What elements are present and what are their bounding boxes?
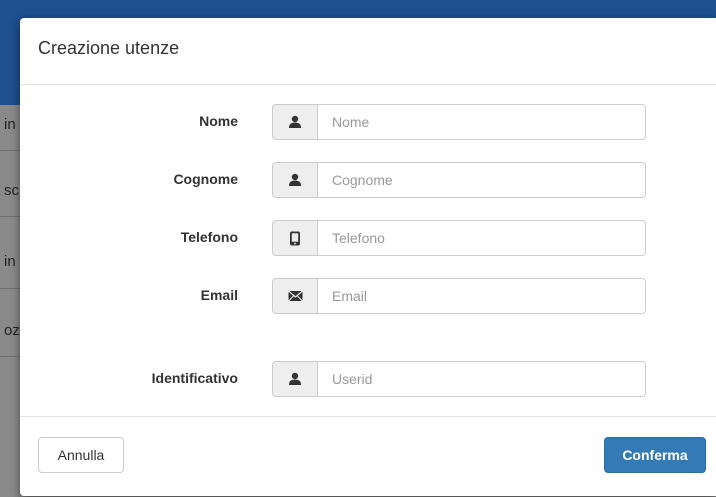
user-icon bbox=[272, 162, 318, 198]
modal-title: Creazione utenze bbox=[38, 38, 180, 58]
user-icon bbox=[272, 104, 318, 140]
background-text-fragment: sc bbox=[4, 182, 19, 199]
nome-input[interactable] bbox=[318, 104, 646, 140]
user-creation-modal: Creazione utenze Nome Cognome Telefono E… bbox=[20, 18, 716, 496]
phone-icon bbox=[272, 220, 318, 256]
user-icon bbox=[272, 361, 318, 397]
modal-header: Creazione utenze bbox=[20, 18, 716, 85]
modal-footer: Annulla Conferma bbox=[20, 416, 716, 497]
telefono-label: Telefono bbox=[180, 229, 238, 245]
background-text-fragment: in bbox=[4, 116, 16, 133]
background-text-fragment: oz bbox=[4, 322, 20, 339]
telefono-input[interactable] bbox=[318, 220, 646, 256]
form-row-telefono: Telefono bbox=[20, 220, 716, 258]
form-row-cognome: Cognome bbox=[20, 162, 716, 200]
cognome-label: Cognome bbox=[173, 171, 238, 187]
background-text-fragment: in bbox=[4, 253, 16, 270]
userid-input[interactable] bbox=[318, 361, 646, 397]
background-divider bbox=[0, 288, 22, 289]
cancel-button[interactable]: Annulla bbox=[38, 437, 124, 473]
form-row-email: Email bbox=[20, 278, 716, 316]
form-row-nome: Nome bbox=[20, 104, 716, 142]
background-divider bbox=[0, 356, 22, 357]
confirm-button[interactable]: Conferma bbox=[604, 437, 706, 473]
nome-label: Nome bbox=[199, 113, 238, 129]
email-label: Email bbox=[200, 287, 238, 303]
form-row-identificativo: Identificativo bbox=[20, 361, 716, 399]
identificativo-label: Identificativo bbox=[151, 370, 238, 386]
background-divider bbox=[0, 150, 22, 151]
envelope-icon bbox=[272, 278, 318, 314]
email-input[interactable] bbox=[318, 278, 646, 314]
background-divider bbox=[0, 216, 22, 217]
cognome-input[interactable] bbox=[318, 162, 646, 198]
